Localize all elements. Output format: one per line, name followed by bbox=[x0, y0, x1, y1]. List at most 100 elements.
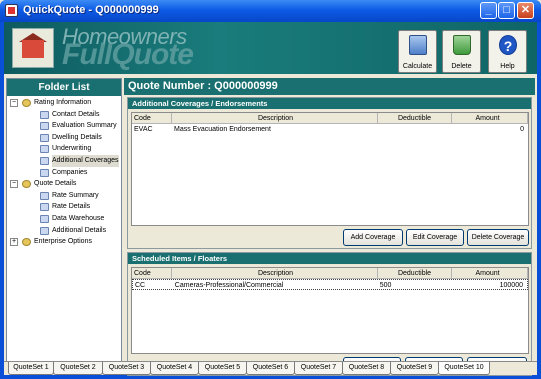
tab-quoteset-2[interactable]: QuoteSet 2 bbox=[53, 362, 103, 375]
folder-item-label: Contact Details bbox=[52, 110, 100, 118]
calculate-button[interactable]: Calculate bbox=[398, 30, 437, 73]
document-icon bbox=[40, 214, 49, 223]
delete-label: Delete bbox=[451, 63, 472, 70]
folder-item-label: Rate Summary bbox=[52, 191, 99, 199]
folder-tree: − Rating Information Contact Details Evalua… bbox=[7, 97, 121, 248]
coverages-group: Additional Coverages / Endorsements Code… bbox=[127, 97, 532, 249]
coverages-grid[interactable]: Code Description Deductible Amount EVAC … bbox=[131, 112, 529, 226]
column-header-code[interactable]: Code bbox=[132, 268, 172, 278]
tab-quoteset-4[interactable]: QuoteSet 4 bbox=[150, 362, 199, 375]
help-icon: ? bbox=[499, 35, 517, 55]
column-header-description[interactable]: Description bbox=[172, 268, 378, 278]
scheduled-items-title: Scheduled Items / Floaters bbox=[128, 253, 531, 264]
cell-amount: 100000 bbox=[499, 282, 523, 289]
folder-item-label: Additional Coverages bbox=[52, 154, 119, 167]
cell-description: Mass Evacuation Endorsement bbox=[174, 126, 271, 133]
column-header-amount[interactable]: Amount bbox=[452, 113, 528, 123]
folder-item-dwelling-details[interactable]: Dwelling Details bbox=[7, 132, 121, 144]
edit-coverage-button[interactable]: Edit Coverage bbox=[406, 229, 464, 246]
tree-expander-icon[interactable]: + bbox=[10, 238, 18, 247]
folder-item-label: Additional Details bbox=[52, 226, 107, 234]
close-button[interactable]: ✕ bbox=[517, 2, 534, 19]
table-row[interactable]: CC Cameras-Professional/Commercial 500 1… bbox=[132, 279, 528, 290]
folder-item-evaluation-summary[interactable]: Evaluation Summary bbox=[7, 120, 121, 132]
folder-item-label: Quote Details bbox=[34, 180, 77, 188]
main-content: Additional Coverages / Endorsements Code… bbox=[124, 95, 535, 376]
folder-item-label: Companies bbox=[52, 168, 88, 176]
folder-list-panel: Folder List − Rating Information Contact D… bbox=[6, 78, 122, 362]
quote-number-header: Quote Number : Q000000999 bbox=[124, 78, 535, 95]
column-header-description[interactable]: Description bbox=[172, 113, 378, 123]
client-area: Homeowners FullQuote Calculate Delete ? … bbox=[4, 22, 537, 376]
grid-header: Code Description Deductible Amount bbox=[132, 268, 528, 279]
folder-group-icon bbox=[22, 99, 31, 107]
folder-group-icon bbox=[22, 238, 31, 247]
calculate-label: Calculate bbox=[402, 63, 433, 70]
column-header-deductible[interactable]: Deductible bbox=[378, 113, 452, 123]
document-icon bbox=[40, 110, 49, 119]
calculator-icon bbox=[409, 35, 427, 55]
document-icon bbox=[40, 145, 49, 154]
column-header-code[interactable]: Code bbox=[132, 113, 172, 123]
tree-expander-icon[interactable]: − bbox=[10, 99, 18, 107]
folder-item-data-warehouse[interactable]: Data Warehouse bbox=[7, 213, 121, 225]
document-icon bbox=[40, 122, 49, 131]
maximize-button[interactable]: □ bbox=[498, 2, 515, 19]
document-icon bbox=[40, 168, 49, 177]
coverages-title: Additional Coverages / Endorsements bbox=[128, 98, 531, 109]
scheduled-items-grid[interactable]: Code Description Deductible Amount CC Ca… bbox=[131, 267, 529, 354]
app-icon bbox=[5, 4, 18, 17]
help-label: Help bbox=[500, 63, 515, 70]
column-header-deductible[interactable]: Deductible bbox=[378, 268, 452, 278]
delete-coverage-button[interactable]: Delete Coverage bbox=[467, 229, 529, 246]
cell-deductible bbox=[378, 124, 452, 135]
folder-item-underwriting[interactable]: Underwriting bbox=[7, 143, 121, 155]
grid-header: Code Description Deductible Amount bbox=[132, 113, 528, 124]
cell-amount: 0 bbox=[520, 126, 524, 133]
folder-item-label: Rating Information bbox=[34, 99, 92, 106]
column-header-amount[interactable]: Amount bbox=[452, 268, 528, 278]
folder-item-label: Rate Details bbox=[52, 203, 91, 211]
folder-item-label: Evaluation Summary bbox=[52, 122, 117, 130]
minimize-button[interactable]: _ bbox=[480, 2, 497, 19]
brand-title: FullQuote bbox=[62, 38, 194, 71]
add-coverage-button[interactable]: Add Coverage bbox=[343, 229, 403, 246]
window-title: QuickQuote - Q000000999 bbox=[23, 4, 159, 16]
tab-quoteset-7[interactable]: QuoteSet 7 bbox=[294, 362, 343, 375]
tab-quoteset-3[interactable]: QuoteSet 3 bbox=[102, 362, 151, 375]
folder-item-label: Enterprise Options bbox=[34, 238, 92, 246]
document-icon bbox=[40, 191, 49, 200]
tab-quoteset-5[interactable]: QuoteSet 5 bbox=[198, 362, 247, 375]
document-icon bbox=[40, 156, 49, 165]
folder-item-label: Underwriting bbox=[52, 145, 92, 153]
tab-quoteset-6[interactable]: QuoteSet 6 bbox=[246, 362, 295, 375]
scheduled-items-group: Scheduled Items / Floaters Code Descript… bbox=[127, 252, 532, 376]
help-button[interactable]: ? Help bbox=[488, 30, 527, 73]
tab-quoteset-9[interactable]: QuoteSet 9 bbox=[390, 362, 439, 375]
tree-expander-icon[interactable]: − bbox=[10, 180, 18, 189]
folder-item-rate-details[interactable]: Rate Details bbox=[7, 201, 121, 213]
folder-item-quote-details[interactable]: − Quote Details bbox=[7, 178, 121, 190]
house-logo-icon bbox=[12, 28, 54, 68]
folder-item-rate-summary[interactable]: Rate Summary bbox=[7, 190, 121, 202]
cell-code: CC bbox=[135, 282, 146, 289]
cell-description: Cameras-Professional/Commercial bbox=[174, 282, 284, 289]
folder-group-icon bbox=[22, 180, 31, 189]
folder-item-additional-details[interactable]: Additional Details bbox=[7, 225, 121, 237]
title-bar[interactable]: QuickQuote - Q000000999 _ □ ✕ bbox=[0, 0, 541, 22]
folder-item-additional-coverages[interactable]: Additional Coverages bbox=[7, 154, 121, 167]
tab-quoteset-10[interactable]: QuoteSet 10 bbox=[438, 362, 490, 375]
folder-item-enterprise-options[interactable]: + Enterprise Options bbox=[7, 236, 121, 248]
recycle-bin-icon bbox=[453, 35, 471, 55]
folder-item-contact-details[interactable]: Contact Details bbox=[7, 109, 121, 121]
cell-deductible: 500 bbox=[379, 282, 392, 289]
folder-item-label: Dwelling Details bbox=[52, 133, 102, 141]
folder-item-companies[interactable]: Companies bbox=[7, 167, 121, 179]
tab-quoteset-1[interactable]: QuoteSet 1 bbox=[8, 362, 54, 375]
folder-list-title: Folder List bbox=[7, 79, 121, 96]
folder-item-rating-information[interactable]: − Rating Information bbox=[7, 97, 121, 109]
table-row[interactable]: EVAC Mass Evacuation Endorsement 0 bbox=[132, 124, 528, 135]
tab-quoteset-8[interactable]: QuoteSet 8 bbox=[342, 362, 391, 375]
app-window: QuickQuote - Q000000999 _ □ ✕ Homeowners… bbox=[0, 0, 541, 379]
delete-button[interactable]: Delete bbox=[442, 30, 481, 73]
